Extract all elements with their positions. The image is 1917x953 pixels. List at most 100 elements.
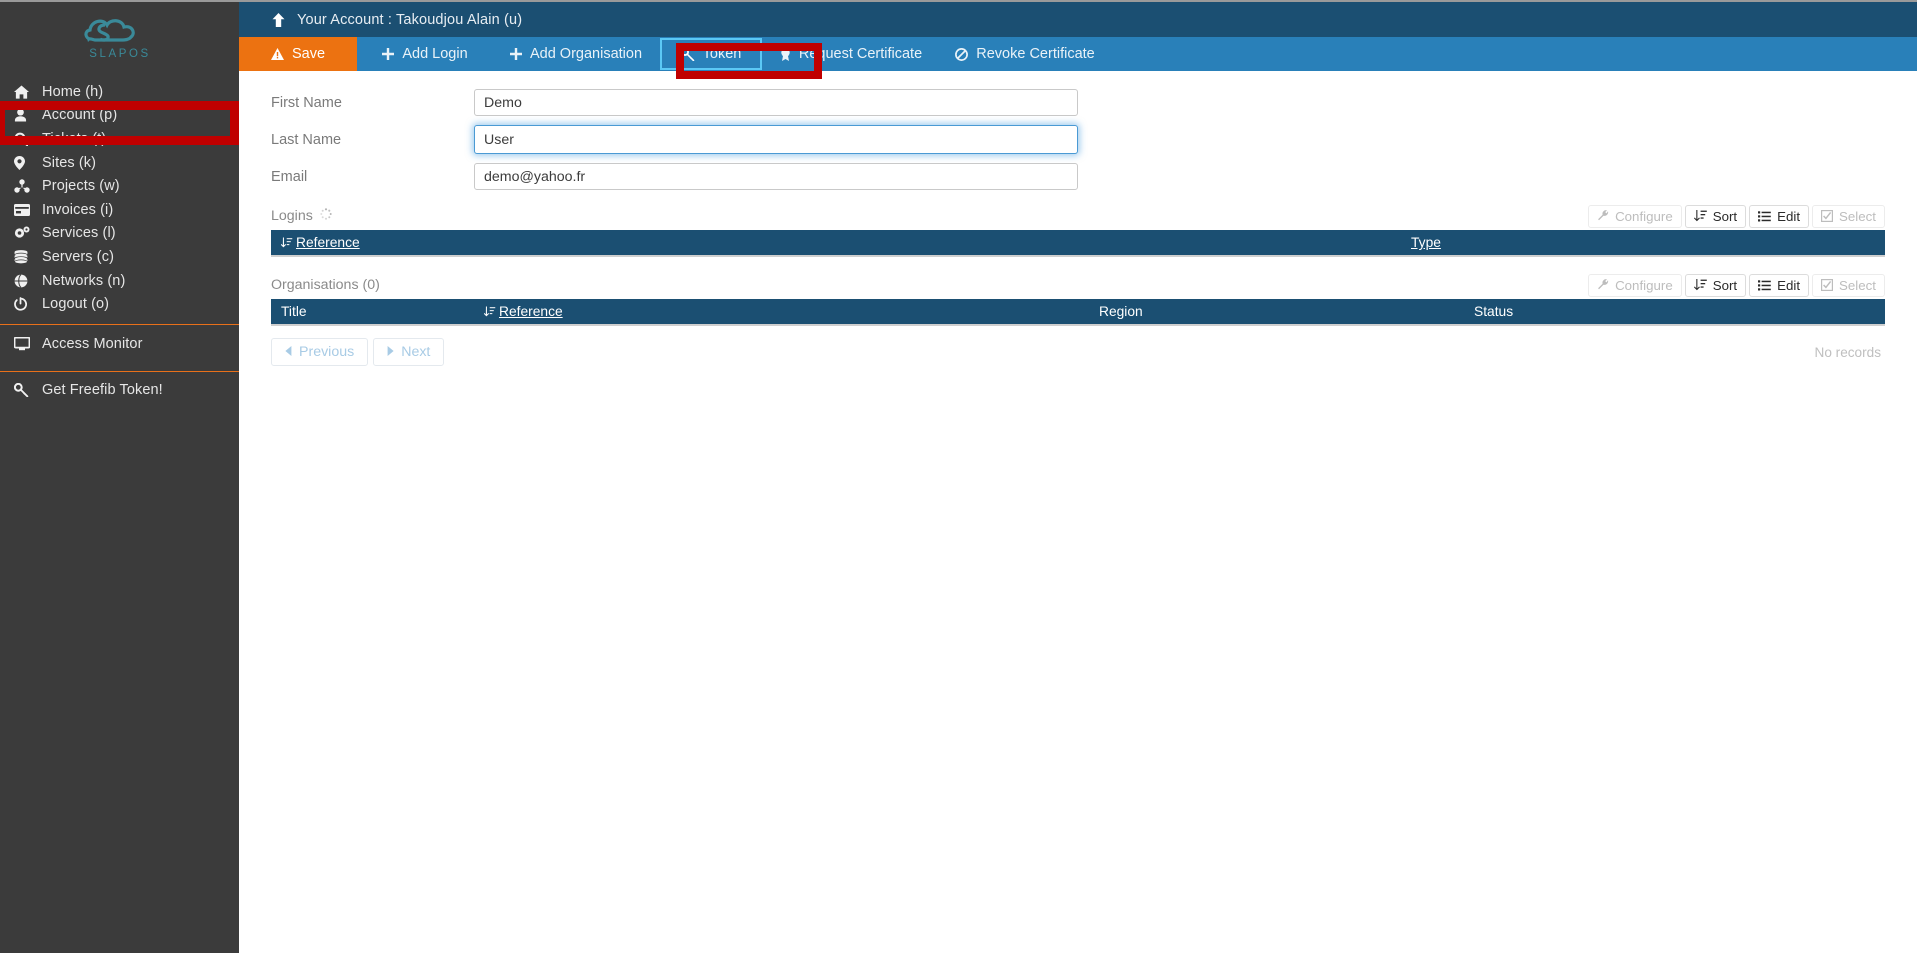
sidebar-item-account[interactable]: Account (p) — [0, 104, 239, 128]
organisations-configure-button[interactable]: Configure — [1588, 273, 1682, 297]
organisations-section: Organisations (0) Configure Sort Edit Se… — [239, 271, 1917, 367]
logins-header: Logins Configure Sort Edit Select — [271, 202, 1885, 230]
request-certificate-button[interactable]: Request Certificate — [763, 37, 939, 71]
list-icon — [1758, 279, 1771, 291]
organisations-select-button[interactable]: Select — [1812, 273, 1885, 297]
key-icon — [14, 383, 38, 398]
warning-icon — [270, 48, 284, 60]
sidebar-item-label: Projects (w) — [42, 178, 120, 195]
globe-icon — [14, 273, 38, 288]
sidebar-item-networks[interactable]: Networks (n) — [0, 269, 239, 293]
tab-label: Request Certificate — [798, 46, 923, 62]
arrow-up-icon[interactable] — [272, 12, 285, 27]
wrench-icon — [1597, 279, 1609, 291]
email-input[interactable] — [474, 163, 1078, 190]
logins-column-type-link[interactable]: Type — [1411, 235, 1441, 250]
form-row-last-name: Last Name — [271, 121, 1917, 158]
first-name-label: First Name — [271, 94, 342, 111]
search-icon — [14, 132, 38, 146]
plus-icon — [382, 48, 395, 60]
logins-sort-button[interactable]: Sort — [1684, 204, 1747, 228]
sort-desc-icon — [281, 236, 293, 249]
sidebar-item-label: Servers (c) — [42, 248, 114, 265]
sidebar-item-label: Tickets (t) — [42, 130, 107, 147]
add-organisation-button[interactable]: Add Organisation — [493, 37, 659, 71]
column-label: Status — [1474, 304, 1514, 319]
slapos-logo[interactable]: SLAPOS — [0, 2, 239, 70]
button-label: Select — [1839, 277, 1876, 293]
button-label: Sort — [1712, 208, 1738, 224]
sidebar-item-label: Account (p) — [42, 107, 118, 124]
app-root: SLAPOS Home (h) Account (p) Tickets (t) … — [0, 0, 1917, 953]
previous-page-button[interactable]: Previous — [271, 338, 369, 366]
logins-edit-button[interactable]: Edit — [1749, 204, 1810, 228]
tab-label: Add Login — [402, 46, 468, 62]
button-label: Configure — [1615, 208, 1673, 224]
sidebar-item-label: Home (h) — [42, 83, 104, 100]
sidebar-item-get-freefib-token[interactable]: Get Freefib Token! — [0, 379, 239, 403]
sidebar-item-projects[interactable]: Projects (w) — [0, 174, 239, 198]
logins-section: Logins Configure Sort Edit Select Refere… — [239, 202, 1917, 257]
sidebar-freefib-block: Get Freefib Token! — [0, 372, 239, 410]
form-row-first-name: First Name — [271, 84, 1917, 121]
add-login-button[interactable]: Add Login — [357, 37, 493, 71]
sidebar-access-monitor-block: Access Monitor — [0, 325, 239, 363]
sidebar-item-sites[interactable]: Sites (k) — [0, 151, 239, 175]
sidebar-item-label: Invoices (i) — [42, 201, 114, 218]
checkbox-icon — [1821, 210, 1834, 222]
logins-column-reference[interactable]: Reference — [271, 235, 1401, 250]
sidebar-item-label: Networks (n) — [42, 272, 126, 289]
tab-label: Add Organisation — [529, 46, 643, 62]
next-page-button[interactable]: Next — [373, 338, 445, 366]
sidebar-item-access-monitor[interactable]: Access Monitor — [0, 332, 239, 356]
gears-icon — [14, 226, 38, 240]
logins-table-header: Reference Type — [271, 230, 1885, 257]
logins-configure-button[interactable]: Configure — [1588, 204, 1682, 228]
logins-column-type[interactable]: Type — [1401, 235, 1441, 250]
organisations-column-reference-link[interactable]: Reference — [499, 304, 563, 319]
sort-icon — [1693, 210, 1707, 222]
button-label: Edit — [1777, 277, 1801, 293]
first-name-input[interactable] — [474, 89, 1078, 116]
column-label: Region — [1099, 304, 1143, 319]
column-label: Title — [281, 304, 307, 319]
tab-label: Token — [702, 46, 742, 62]
user-icon — [14, 108, 38, 122]
sidebar-item-invoices[interactable]: Invoices (i) — [0, 198, 239, 222]
sidebar-item-logout[interactable]: Logout (o) — [0, 292, 239, 316]
organisations-title: Organisations (0) — [271, 277, 380, 293]
organisations-edit-button[interactable]: Edit — [1749, 273, 1810, 297]
organisations-sort-button[interactable]: Sort — [1684, 273, 1747, 297]
organisations-pager-row: Previous Next No records — [271, 337, 1885, 367]
logins-column-reference-link[interactable]: Reference — [296, 235, 360, 250]
logins-toolbar: Configure Sort Edit Select — [1585, 204, 1885, 228]
tab-label: Save — [291, 46, 326, 62]
sidebar-nav: Home (h) Account (p) Tickets (t) Sites (… — [0, 80, 239, 316]
token-button[interactable]: Token — [659, 37, 763, 71]
top-header-bar: Your Account : Takoudjou Alain (u) — [239, 0, 1917, 37]
save-button[interactable]: Save — [239, 37, 357, 71]
sidebar-item-tickets[interactable]: Tickets (t) — [0, 127, 239, 151]
sort-desc-icon — [484, 305, 496, 318]
organisations-column-reference[interactable]: Reference — [474, 304, 1089, 319]
credit-card-icon — [14, 203, 38, 216]
sidebar: SLAPOS Home (h) Account (p) Tickets (t) … — [0, 0, 239, 953]
sidebar-item-services[interactable]: Services (l) — [0, 222, 239, 246]
key-icon — [680, 47, 695, 61]
last-name-input[interactable] — [474, 125, 1078, 154]
sort-icon — [1693, 279, 1707, 291]
no-records-message: No records — [1814, 344, 1881, 360]
sidebar-item-label: Get Freefib Token! — [42, 382, 163, 399]
caret-left-icon — [285, 344, 292, 360]
list-icon — [1758, 210, 1771, 222]
wrench-icon — [1597, 210, 1609, 222]
sidebar-item-label: Services (l) — [42, 225, 116, 242]
revoke-certificate-button[interactable]: Revoke Certificate — [939, 37, 1111, 71]
sidebar-item-label: Access Monitor — [42, 335, 143, 352]
button-label: Sort — [1712, 277, 1738, 293]
tab-label: Revoke Certificate — [976, 46, 1095, 62]
sidebar-item-servers[interactable]: Servers (c) — [0, 245, 239, 269]
logins-select-button[interactable]: Select — [1812, 204, 1885, 228]
logins-title: Logins — [271, 208, 313, 224]
sidebar-item-home[interactable]: Home (h) — [0, 80, 239, 104]
